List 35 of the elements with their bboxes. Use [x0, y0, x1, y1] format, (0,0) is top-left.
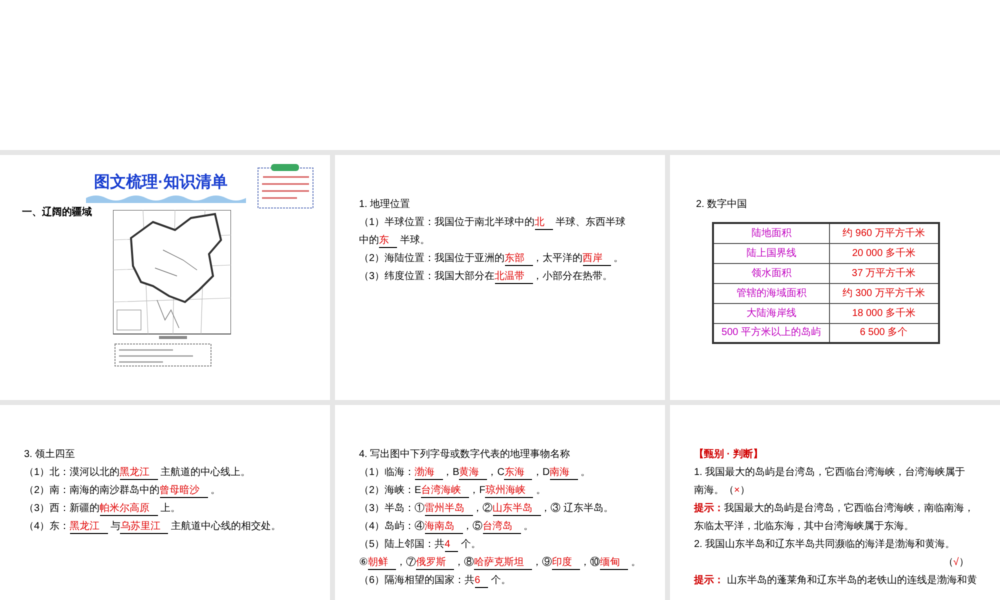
text-line: （1）北：漠河以北的黑龙江 主航道的中心线上。 [24, 466, 252, 482]
note-drawing [257, 163, 314, 209]
text-line: （2）南：南海的南沙群岛中的曾母暗沙 。 [24, 484, 222, 500]
table-cell: 大陆海岸线 [713, 303, 829, 323]
text-line: （3）半岛：①雷州半岛 ，②山东半岛 ，③ 辽东半岛。 [359, 502, 614, 518]
text-line: （4）岛屿：④海南岛 ，⑤台湾岛 。 [359, 520, 534, 536]
table-cell: 领水面积 [713, 263, 829, 283]
text-line: 2. 我国山东半岛和辽东半岛共同濒临的海洋是渤海和黄海。 [694, 538, 956, 552]
text-line: （√） [942, 556, 970, 570]
text-line: （3）纬度位置：我国大部分在北温带 ，小部分在热带。 [359, 270, 614, 286]
text-line: 东临太平洋，北临东海，其中台湾海峡属于东海。 [694, 520, 915, 534]
text-line: （2）海峡：E台湾海峡 ，F琼州海峡 。 [359, 484, 548, 500]
slide-title: 图文梳理·知识清单 [94, 172, 228, 193]
text-line: 提示： 山东半岛的蓬莱角和辽东半岛的老铁山的连线是渤海和黄 [694, 574, 977, 588]
text-line: 4. 写出图中下列字母或数字代表的地理事物名称 [359, 448, 572, 462]
text-line: （4）东：黑龙江 与乌苏里江 主航道中心线的相交处。 [24, 520, 282, 536]
text-line: ⑥朝鲜 ，⑦俄罗斯 ，⑧哈萨克斯坦 ，⑨印度 ，⑩缅甸 。 [359, 556, 641, 572]
table-cell: 陆上国界线 [713, 243, 829, 263]
text-line: （1）临海：渤海 ，B黄海 ，C东海 ，D南海 。 [359, 466, 592, 482]
text-line: 提示：我国最大的岛屿是台湾岛，它西临台湾海峡，南临南海， [694, 502, 975, 516]
text-line: 【甄别 · 判断】 [694, 448, 764, 462]
text-line: 中的东 半球。 [359, 234, 431, 250]
table-cell: 管辖的海域面积 [713, 283, 829, 303]
text-line: （6）隔海相望的国家：共6 个。 [359, 574, 512, 590]
text-line: （5）陆上邻国：共4 个。 [359, 538, 482, 554]
table-cell: 陆地面积 [713, 223, 829, 243]
slide-heading: 2. 数字中国 [696, 198, 748, 212]
text-line: 3. 领土四至 [24, 448, 76, 462]
text-line: （2）海陆位置：我国位于亚洲的东部 ，太平洋的西岸 。 [359, 252, 624, 268]
text-line: 1. 地理位置 [359, 198, 412, 212]
text-line: （1）半球位置：我国位于南北半球中的北 半球、东西半球 [359, 216, 626, 232]
text-line: 南海。（×） [694, 484, 751, 498]
text-line: （3）西：新疆的帕米尔高原 上。 [24, 502, 182, 518]
slide-heading: 一、辽阔的疆域 [22, 206, 92, 220]
text-line: 1. 我国最大的岛屿是台湾岛，它西临台湾海峡，台湾海峡属于 [694, 466, 966, 480]
